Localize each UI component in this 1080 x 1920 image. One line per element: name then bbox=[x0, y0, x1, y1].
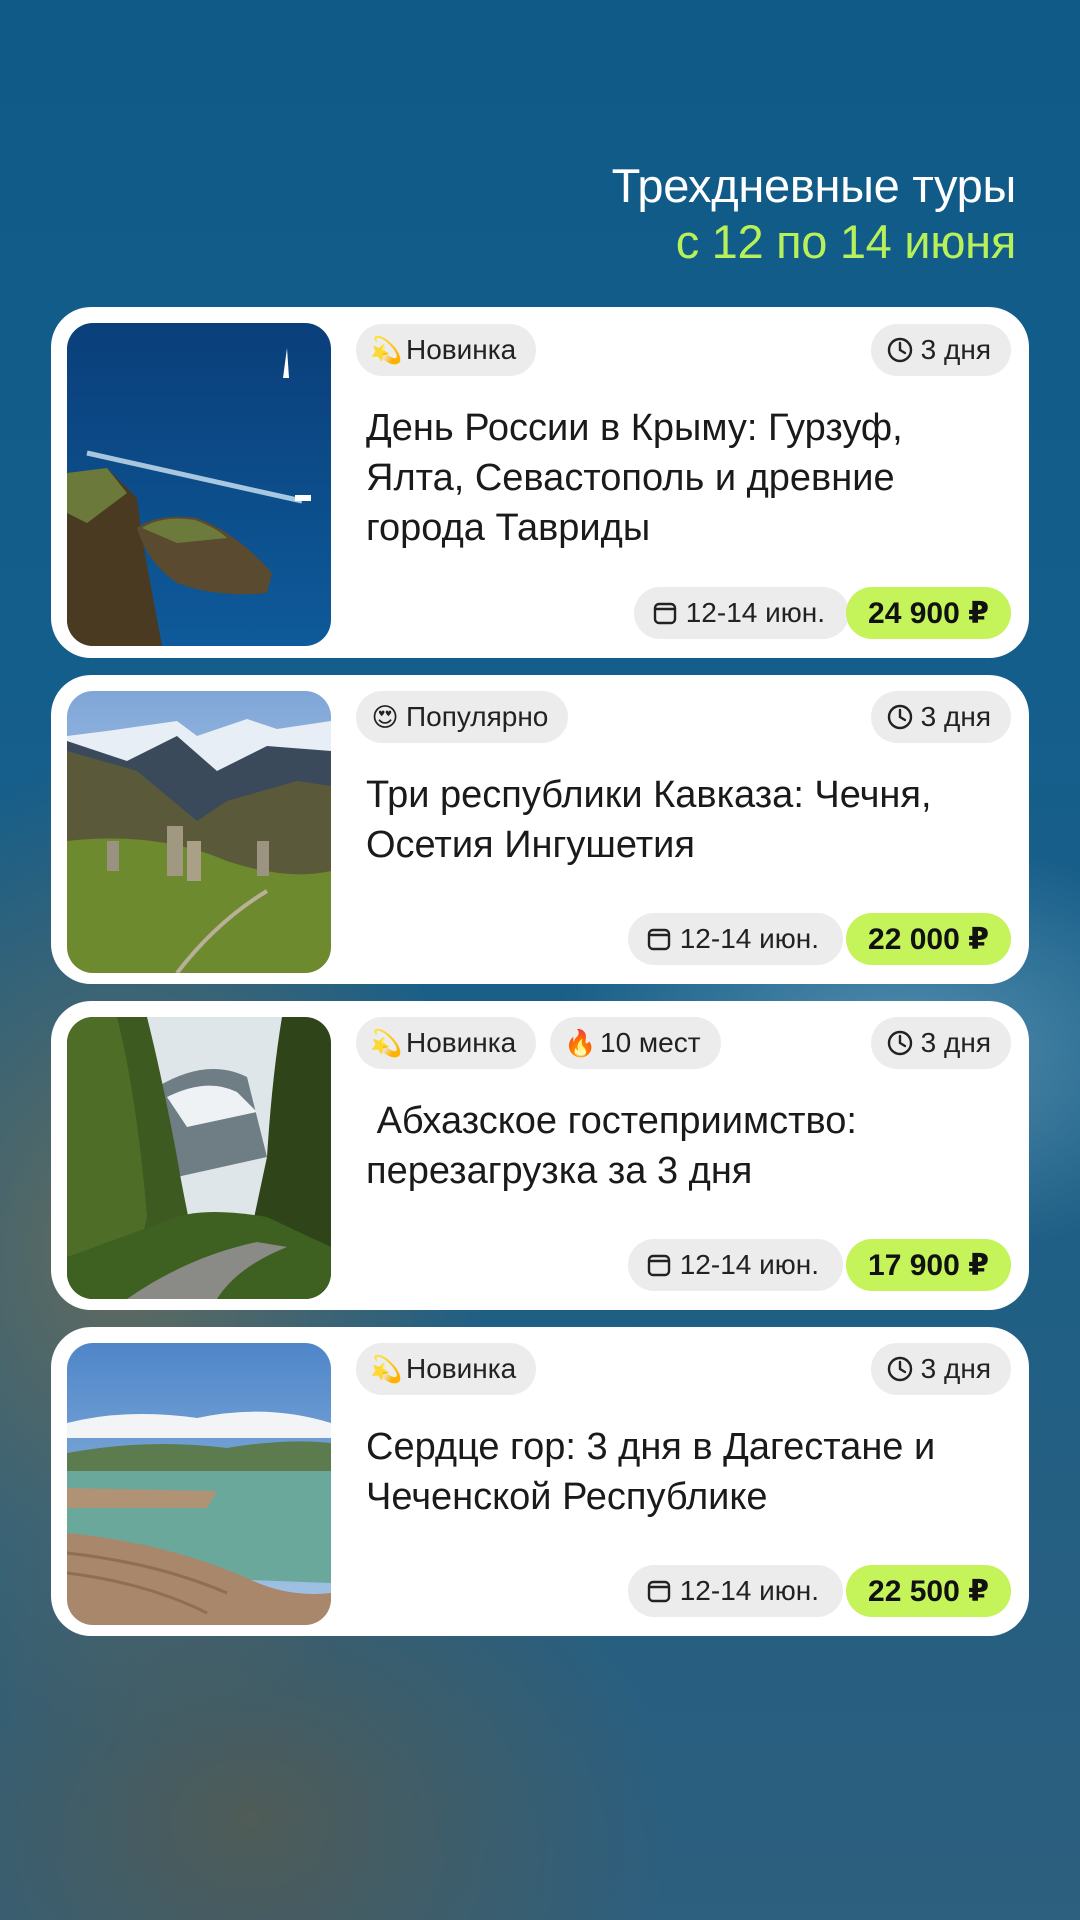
calendar-icon bbox=[647, 928, 670, 951]
price-button[interactable]: 22 500 ₽ bbox=[846, 1565, 1011, 1617]
badge-new: 💫 Новинка bbox=[356, 1343, 537, 1395]
duration-badge: 3 дня bbox=[870, 324, 1011, 376]
badge-label: 10 мест bbox=[600, 1027, 701, 1058]
date-badge: 12-14 июн. bbox=[633, 587, 849, 639]
duration-badge: 3 дня bbox=[870, 691, 1011, 743]
tour-card-crimea[interactable]: 💫 Новинка 3 дня День России в Крыму: Гур… bbox=[51, 307, 1029, 658]
heart-eyes-emoji-icon: 😍 bbox=[371, 701, 399, 732]
dizzy-emoji-icon: 💫 bbox=[370, 1027, 403, 1058]
header-title: Трехдневные туры bbox=[611, 159, 1017, 212]
duration-label: 3 дня bbox=[920, 1027, 991, 1058]
tour-card-abkhazia[interactable]: 💫 Новинка 🔥 10 мест 3 дня Абхазское гост… bbox=[51, 1001, 1029, 1310]
calendar-icon bbox=[647, 1580, 670, 1603]
clock-icon bbox=[887, 1030, 912, 1056]
price-button[interactable]: 24 900 ₽ bbox=[846, 587, 1011, 639]
dizzy-emoji-icon: 💫 bbox=[370, 1353, 403, 1384]
badge-label: Новинка bbox=[406, 334, 517, 365]
tour-title[interactable]: Три республики Кавказа: Чечня, Осетия Ин… bbox=[366, 770, 966, 870]
price-button[interactable]: 22 000 ₽ bbox=[846, 913, 1011, 965]
dagestan-lake-photo bbox=[67, 1343, 331, 1625]
badge-new: 💫 Новинка bbox=[356, 324, 537, 376]
clock-icon bbox=[887, 704, 912, 730]
date-badge: 12-14 июн. bbox=[627, 1239, 843, 1291]
caucasus-towers-photo bbox=[67, 691, 331, 973]
date-badge: 12-14 июн. bbox=[627, 1565, 843, 1617]
calendar-icon bbox=[647, 1254, 670, 1277]
dizzy-emoji-icon: 💫 bbox=[370, 334, 403, 365]
tour-card-dagestan[interactable]: 💫 Новинка 3 дня Сердце гор: 3 дня в Даге… bbox=[51, 1327, 1029, 1636]
tour-card-caucasus[interactable]: 😍 Популярно 3 дня Три республики Кавказа… bbox=[51, 675, 1029, 984]
duration-label: 3 дня bbox=[920, 334, 991, 365]
duration-badge: 3 дня bbox=[870, 1343, 1011, 1395]
fire-emoji-icon: 🔥 bbox=[564, 1027, 597, 1058]
badge-label: Новинка bbox=[406, 1027, 517, 1058]
tour-title[interactable]: День России в Крыму: Гурзуф, Ялта, Севас… bbox=[366, 403, 966, 553]
duration-badge: 3 дня bbox=[870, 1017, 1011, 1069]
clock-icon bbox=[887, 1356, 912, 1382]
crimea-coast-photo bbox=[67, 323, 331, 646]
badge-popular: 😍 Популярно bbox=[356, 691, 569, 743]
header-dates: с 12 по 14 июня bbox=[675, 215, 1017, 268]
badge-new: 💫 Новинка bbox=[356, 1017, 537, 1069]
clock-icon bbox=[887, 337, 912, 363]
abkhazia-canyon-photo bbox=[67, 1017, 331, 1299]
date-label: 12-14 июн. bbox=[679, 1249, 819, 1280]
price-button[interactable]: 17 900 ₽ bbox=[846, 1239, 1011, 1291]
date-label: 12-14 июн. bbox=[679, 923, 819, 954]
duration-label: 3 дня bbox=[920, 701, 991, 732]
date-label: 12-14 июн. bbox=[679, 1575, 819, 1606]
badge-label: Новинка bbox=[406, 1353, 517, 1384]
tour-title[interactable]: Абхазское гостеприимство: перезагрузка з… bbox=[366, 1096, 966, 1196]
date-label: 12-14 июн. bbox=[685, 597, 825, 628]
tour-title[interactable]: Сердце гор: 3 дня в Дагестане и Чеченско… bbox=[366, 1422, 966, 1522]
date-badge: 12-14 июн. bbox=[627, 913, 843, 965]
badge-seats: 🔥 10 мест bbox=[550, 1017, 721, 1069]
calendar-icon bbox=[653, 602, 676, 625]
badge-label: Популярно bbox=[406, 701, 549, 732]
duration-label: 3 дня bbox=[920, 1353, 991, 1384]
page-header: Трехдневные туры с 12 по 14 июня bbox=[611, 158, 1017, 270]
